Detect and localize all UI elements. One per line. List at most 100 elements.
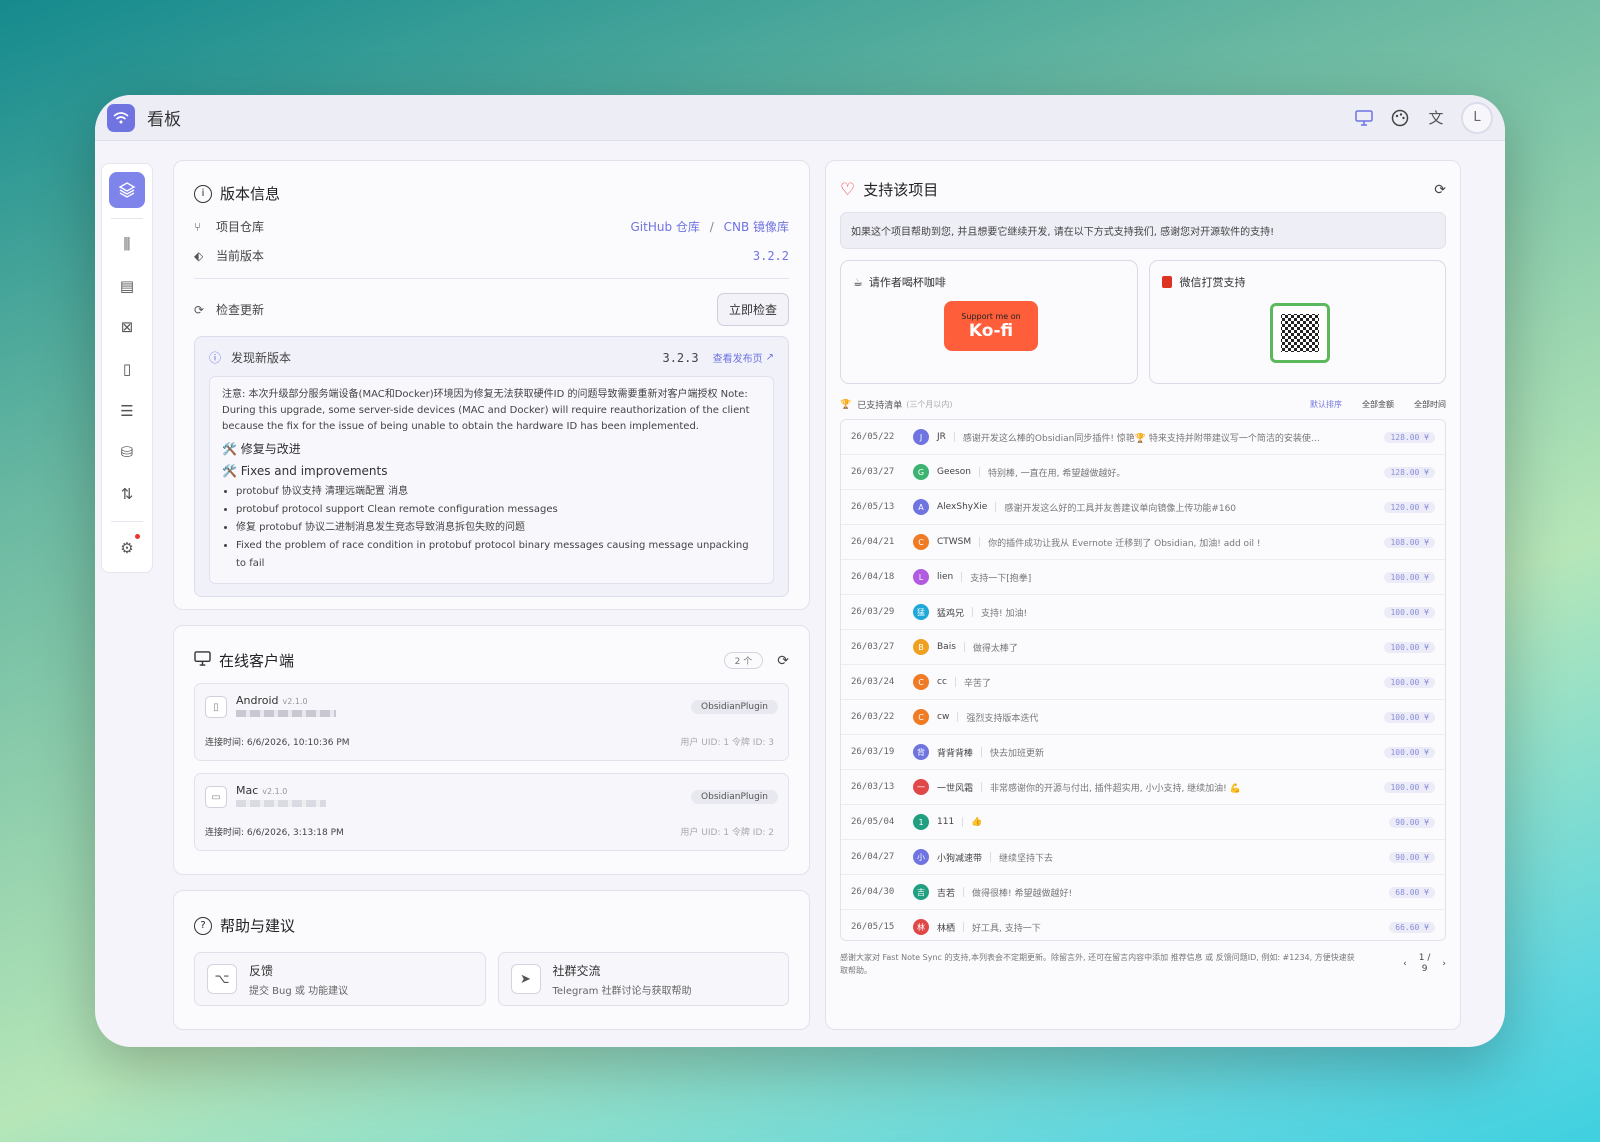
row-date: 26/03/22 bbox=[851, 712, 895, 722]
client-version: v2.1.0 bbox=[262, 787, 288, 796]
file-code-icon: ▯ bbox=[122, 360, 132, 379]
amount-badge: 100.00 ¥ bbox=[1384, 606, 1435, 618]
supporter-message: 你的插件成功让我从 Evernote 迁移到了 Obsidian, 加油! ad… bbox=[988, 538, 1261, 549]
help-card: ? 帮助与建议 ⌥ 反馈 提交 Bug 或 功能建议 ➤ 社群交流 Telegra… bbox=[173, 890, 810, 1030]
supporter-name: 背背背棒 bbox=[937, 748, 974, 759]
amount-badge: 128.00 ¥ bbox=[1384, 466, 1435, 478]
amount-badge: 128.00 ¥ bbox=[1384, 431, 1435, 443]
supporter-name: 猛鸡兄 bbox=[937, 608, 965, 619]
connection-time: 连接时间: 6/6/2026, 3:13:18 PM bbox=[205, 828, 344, 838]
sidebar-item-files[interactable]: ▯ bbox=[109, 351, 145, 387]
table-row: 26/04/21 C CTWSM 你的插件成功让我从 Evernote 迁移到了 Ob… bbox=[841, 525, 1445, 560]
plugin-badge: ObsidianPlugin bbox=[691, 700, 778, 714]
refresh-icon[interactable]: ⟳ bbox=[777, 653, 789, 669]
check-now-button[interactable]: 立即检查 bbox=[716, 293, 789, 326]
feedback-button[interactable]: ⌥ 反馈 提交 Bug 或 功能建议 bbox=[194, 952, 486, 1006]
archive-icon: ⊠ bbox=[120, 318, 134, 337]
amount-badge: 100.00 ¥ bbox=[1384, 711, 1435, 723]
translate-icon[interactable]: 文 bbox=[1425, 107, 1447, 129]
page-current: 1 / bbox=[1418, 953, 1431, 963]
table-row: 26/03/22 Ccw 强烈支持版本迭代 100.00 ¥ bbox=[841, 700, 1445, 735]
git-compare-icon: ⇅ bbox=[120, 484, 134, 503]
community-button[interactable]: ➤ 社群交流 Telegram 社群讨论与获取帮助 bbox=[497, 952, 789, 1006]
kofi-button[interactable]: Support me on Ko-fi bbox=[944, 301, 1038, 351]
release-notes: 注意: 本次升级部分服务端设备(MAC和Docker)环境因为修复无法获取硬件I… bbox=[209, 376, 774, 584]
sidebar-item-notes[interactable]: ▤ bbox=[109, 268, 145, 304]
avatar: A bbox=[913, 499, 929, 515]
filter-time[interactable]: 全部时间 bbox=[1414, 399, 1446, 410]
supporter-name: lien bbox=[937, 572, 954, 582]
avatar: C bbox=[913, 709, 929, 725]
sidebar: ⫼ ▤ ⊠ ▯ ☰ ⛁ ⇅ ⚙ bbox=[101, 163, 153, 573]
sidebar-item-settings[interactable]: ⚙ bbox=[109, 530, 145, 566]
refresh-icon[interactable]: ⟳ bbox=[1434, 182, 1446, 198]
avatar: 背 bbox=[913, 744, 929, 760]
clients-card: 在线客户端 2 个 ⟳ ▯ Android v2.1.0 ObsidianPlug… bbox=[173, 625, 810, 875]
sidebar-item-archive[interactable]: ⊠ bbox=[109, 310, 145, 346]
github-icon: ⌥ bbox=[207, 964, 237, 994]
table-row: 26/03/13 一一世风霜 非常感谢你的开源与付出, 插件超实用, 小小支持, 继… bbox=[841, 770, 1445, 805]
monitor-icon[interactable] bbox=[1353, 107, 1375, 129]
release-page-link[interactable]: 查看发布页 bbox=[713, 350, 763, 365]
avatar: L bbox=[913, 569, 929, 585]
avatar: 林 bbox=[913, 919, 929, 935]
supporter-name: 吉若 bbox=[937, 888, 956, 899]
kofi-logo-text: Ko-fi bbox=[968, 320, 1014, 341]
client-item: ▭ Mac v2.1.0 ObsidianPlugin 连接时间: 6/6/202… bbox=[194, 773, 789, 851]
wifi-logo-icon bbox=[107, 103, 135, 132]
table-row: 26/03/27 B Bais 做得太棒了 100.00 ¥ bbox=[841, 630, 1445, 665]
amount-badge: 90.00 ¥ bbox=[1389, 851, 1435, 863]
top-bar: 看板 文 L bbox=[95, 95, 1505, 141]
chevron-left-icon[interactable]: ‹ bbox=[1403, 958, 1407, 971]
refresh-icon: ⟳ bbox=[194, 302, 205, 317]
table-row: 26/03/24 Ccc 辛苦了 100.00 ¥ bbox=[841, 665, 1445, 700]
plugin-badge: ObsidianPlugin bbox=[691, 790, 778, 804]
new-version-box: ⓘ 发现新版本 3.2.3 查看发布页 ↗ 注意: 本次升级部分服务端设备(MA… bbox=[194, 336, 789, 597]
supporter-message: 支持一下[抱拳] bbox=[970, 573, 1032, 584]
list-icon: ☰ bbox=[120, 401, 134, 420]
supporter-message: 继续坚持下去 bbox=[999, 853, 1054, 864]
filter-amount[interactable]: 全部金额 bbox=[1362, 399, 1394, 410]
release-note-text: 注意: 本次升级部分服务端设备(MAC和Docker)环境因为修复无法获取硬件I… bbox=[222, 389, 750, 432]
wechat-title: 微信打赏支持 bbox=[1179, 276, 1246, 289]
current-version-label: 当前版本 bbox=[216, 249, 265, 263]
footer-note: 感谢大家对 Fast Note Sync 的支持,本列表会不定期更新。除留言外,… bbox=[840, 953, 1355, 975]
sidebar-item-git[interactable]: ⇅ bbox=[109, 476, 145, 512]
phone-icon: ▯ bbox=[205, 696, 227, 718]
avatar[interactable]: L bbox=[1461, 101, 1493, 134]
supporter-message: 特别棒, 一直在用, 希望越做越好。 bbox=[987, 468, 1126, 479]
new-version: 3.2.3 bbox=[662, 350, 699, 365]
amount-badge: 90.00 ¥ bbox=[1389, 816, 1435, 828]
avatar: G bbox=[913, 464, 929, 480]
github-link[interactable]: GitHub 仓库 bbox=[630, 220, 699, 234]
notification-dot bbox=[135, 534, 140, 540]
supporter-name: cc bbox=[937, 677, 947, 687]
sidebar-item-library[interactable]: ⫼ bbox=[109, 227, 145, 263]
table-row: 26/05/13 A AlexShyXie 感谢开发这么好的工具并友善建议单向镜像上传… bbox=[841, 490, 1445, 525]
sidebar-item-database[interactable]: ⛁ bbox=[109, 434, 145, 470]
version-card-title: 版本信息 bbox=[220, 185, 281, 203]
help-item-title: 社群交流 bbox=[552, 963, 601, 978]
table-row: 26/05/22 J JR 感谢开发这么棒的Obsidian同步插件! 惊艳🏆 特来支… bbox=[841, 420, 1445, 455]
sidebar-item-list[interactable]: ☰ bbox=[109, 393, 145, 429]
sidebar-item-dashboard[interactable] bbox=[109, 172, 145, 208]
chevron-right-icon[interactable]: › bbox=[1442, 958, 1446, 971]
supporter-message: 感谢开发这么好的工具并友善建议单向镜像上传功能#160 bbox=[1004, 503, 1237, 514]
red-envelope-icon bbox=[1161, 275, 1172, 288]
supporter-name: CTWSM bbox=[937, 537, 972, 547]
supporter-message: 强烈支持版本迭代 bbox=[966, 713, 1039, 724]
amount-badge: 100.00 ¥ bbox=[1384, 676, 1435, 688]
avatar: B bbox=[913, 639, 929, 655]
heading-cn: 🛠️ 修复与改进 bbox=[222, 442, 301, 456]
supporter-message: 做得太棒了 bbox=[972, 643, 1018, 654]
heart-icon: ♡ bbox=[840, 179, 856, 200]
row-date: 26/04/21 bbox=[851, 537, 895, 547]
palette-icon[interactable] bbox=[1389, 107, 1411, 129]
amount-badge: 68.00 ¥ bbox=[1389, 886, 1435, 898]
clients-card-title: 在线客户端 bbox=[219, 652, 295, 670]
coffee-icon: ☕ bbox=[853, 276, 863, 289]
sort-default[interactable]: 默认排序 bbox=[1310, 399, 1342, 410]
table-row: 26/03/19 背背背背棒 快去加班更新 100.00 ¥ bbox=[841, 735, 1445, 770]
cnb-link[interactable]: CNB 镜像库 bbox=[724, 220, 789, 234]
amount-badge: 120.00 ¥ bbox=[1384, 501, 1435, 513]
